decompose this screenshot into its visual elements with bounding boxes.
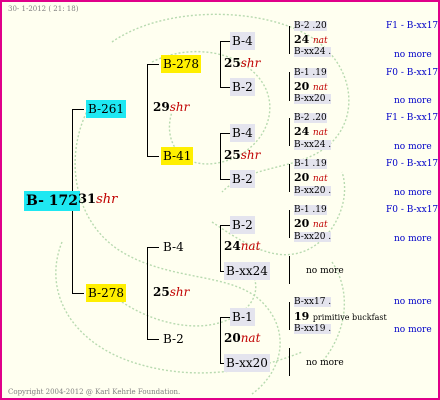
more-link[interactable]: no more bbox=[394, 142, 432, 152]
connector-line bbox=[289, 302, 290, 330]
connector-line bbox=[72, 293, 84, 294]
gen4-parent[interactable]: B-xx24 . bbox=[294, 47, 332, 57]
header-date: 30- 1-2012 ( 21: 18) bbox=[8, 5, 79, 13]
gen3-box[interactable]: B-4 bbox=[230, 124, 255, 142]
more-link[interactable]: no more bbox=[394, 188, 432, 198]
root-suffix: shr bbox=[96, 192, 118, 207]
connector-line bbox=[147, 247, 148, 339]
gen4-year-group: 24 nat bbox=[294, 125, 328, 138]
connector-line bbox=[220, 179, 230, 180]
gen4-year-group: 20 nat bbox=[294, 217, 328, 230]
connector-line bbox=[289, 26, 290, 54]
gen4-parent[interactable]: B-xx24 . bbox=[294, 140, 332, 150]
gen2-box[interactable]: B-41 bbox=[161, 147, 194, 165]
connector-line bbox=[220, 87, 230, 88]
connector-line bbox=[147, 156, 159, 157]
connector-line bbox=[147, 64, 148, 156]
connector-line bbox=[289, 348, 290, 376]
gen4-parent[interactable]: B-xx20 . bbox=[294, 94, 332, 104]
root-queen-box[interactable]: B- 172 bbox=[24, 191, 81, 211]
connector-line bbox=[289, 164, 290, 192]
dam-queen-box[interactable]: B-261 bbox=[86, 100, 126, 118]
gen2-box[interactable]: B-2 bbox=[161, 330, 186, 348]
gen4-year-group: 24 nat bbox=[294, 33, 328, 46]
gen4-parent[interactable]: B-xx20 . bbox=[294, 232, 332, 242]
gen3-box[interactable]: B-2 bbox=[230, 216, 255, 234]
gen3-box[interactable]: B-xx24 bbox=[224, 262, 270, 280]
gen3-box[interactable]: B-2 bbox=[230, 78, 255, 96]
gen2-box[interactable]: B-4 bbox=[161, 238, 186, 256]
sire-year-group: 25shr bbox=[153, 285, 190, 299]
no-more-label: no more bbox=[306, 266, 344, 276]
connector-line bbox=[220, 317, 230, 318]
gen4-parent[interactable]: B-1 .19 bbox=[294, 68, 327, 78]
gen4-link[interactable]: F0 - B-xx17 bbox=[386, 205, 438, 215]
connector-line bbox=[220, 317, 221, 363]
dam-year-group: 29shr bbox=[153, 100, 190, 114]
gen4-parent[interactable]: B-xx20 . bbox=[294, 186, 332, 196]
more-link[interactable]: no more bbox=[394, 297, 432, 307]
connector-line bbox=[220, 225, 230, 226]
more-link[interactable]: no more bbox=[394, 234, 432, 244]
gen2-year-group: 20nat bbox=[224, 331, 261, 345]
gen4-link[interactable]: F0 - B-xx17 bbox=[386, 68, 438, 78]
gen2-year-group: 25shr bbox=[224, 148, 261, 162]
connector-line bbox=[289, 210, 290, 238]
gen4-parent[interactable]: B-xx17 . bbox=[294, 297, 332, 307]
gen4-parent[interactable]: B-1 .19 bbox=[294, 205, 327, 215]
gen4-year-group: 19 primitive buckfast bbox=[294, 310, 387, 323]
gen3-box[interactable]: B-xx20 bbox=[224, 354, 270, 372]
gen4-parent[interactable]: B-2 .20 bbox=[294, 21, 327, 31]
gen4-year-group: 20 nat bbox=[294, 171, 328, 184]
gen3-box[interactable]: B-4 bbox=[230, 32, 255, 50]
connector-line bbox=[147, 339, 159, 340]
gen4-parent[interactable]: B-2 .20 bbox=[294, 113, 327, 123]
copyright-footer: Copyright 2004-2012 @ Karl Kehrle Founda… bbox=[8, 388, 181, 396]
connector-line bbox=[220, 133, 230, 134]
gen4-link[interactable]: F0 - B-xx17 bbox=[386, 159, 438, 169]
gen4-parent[interactable]: B-xx19 . bbox=[294, 324, 332, 334]
gen2-box[interactable]: B-278 bbox=[161, 55, 201, 73]
gen4-link[interactable]: F1 - B-xx17 bbox=[386, 21, 438, 31]
connector-line bbox=[147, 64, 159, 65]
root-year: 31 bbox=[78, 192, 97, 207]
gen2-year-group: 25shr bbox=[224, 56, 261, 70]
root-year-group: 31shr bbox=[78, 192, 117, 207]
connector-line bbox=[220, 41, 230, 42]
no-more-label: no more bbox=[306, 358, 344, 368]
connector-line bbox=[220, 41, 221, 87]
more-link[interactable]: no more bbox=[394, 96, 432, 106]
sire-queen-box[interactable]: B-278 bbox=[86, 284, 126, 302]
gen3-box[interactable]: B-2 bbox=[230, 170, 255, 188]
more-link[interactable]: no more bbox=[394, 50, 432, 60]
connector-line bbox=[72, 109, 84, 110]
connector-line bbox=[289, 72, 290, 101]
gen4-link[interactable]: F1 - B-xx17 bbox=[386, 113, 438, 123]
connector-line bbox=[220, 133, 221, 179]
connector-line bbox=[289, 256, 290, 284]
gen3-box[interactable]: B-1 bbox=[230, 308, 255, 326]
pedigree-frame: 30- 1-2012 ( 21: 18) Copyright 2004-2012… bbox=[0, 0, 440, 400]
gen4-year-group: 20 nat bbox=[294, 80, 328, 93]
connector-line bbox=[220, 225, 221, 271]
more-link[interactable]: no more bbox=[394, 325, 432, 335]
gen4-parent[interactable]: B-1 .19 bbox=[294, 159, 327, 169]
connector-line bbox=[147, 247, 159, 248]
gen2-year-group: 24nat bbox=[224, 239, 261, 253]
connector-line bbox=[289, 118, 290, 146]
